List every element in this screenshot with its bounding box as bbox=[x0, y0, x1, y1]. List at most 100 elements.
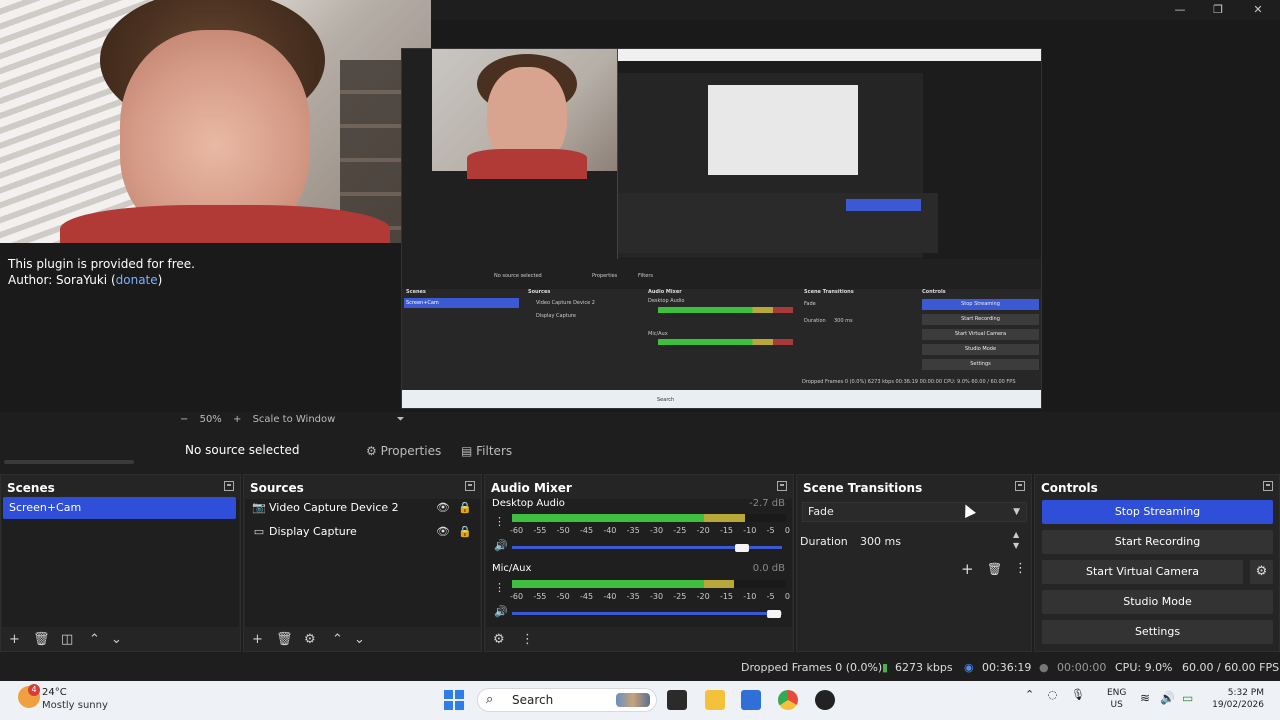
stop-streaming-button[interactable]: Stop Streaming bbox=[1042, 500, 1273, 524]
db-tick-label: 0 bbox=[784, 592, 790, 601]
float-dock-icon[interactable] bbox=[1263, 481, 1273, 491]
sources-title: Sources bbox=[250, 481, 304, 495]
eye-icon[interactable]: 👁 bbox=[436, 521, 450, 543]
settings-button[interactable]: Settings bbox=[1042, 620, 1273, 644]
task-view-icon[interactable] bbox=[667, 690, 687, 710]
obs-icon[interactable] bbox=[815, 690, 835, 710]
mixer-menu-icon[interactable]: ⋮ bbox=[521, 632, 534, 647]
scale-mode-label[interactable]: Scale to Window bbox=[253, 414, 336, 425]
horizontal-scrollbar[interactable] bbox=[4, 460, 134, 464]
zoom-out-button[interactable]: − bbox=[180, 414, 188, 425]
minimize-button[interactable]: — bbox=[1160, 0, 1200, 20]
nested-scene-item: Screen+Cam bbox=[406, 300, 439, 306]
status-bar: Dropped Frames 0 (0.0%) ▮ 6273 kbps ◉ 00… bbox=[0, 657, 1280, 679]
close-button[interactable]: ✕ bbox=[1238, 0, 1278, 20]
db-tick-label: -5 bbox=[766, 592, 775, 601]
move-down-icon[interactable]: ⌄ bbox=[111, 632, 122, 647]
meter-fill bbox=[512, 580, 734, 588]
eye-icon[interactable]: 👁 bbox=[436, 497, 450, 519]
float-dock-icon[interactable] bbox=[465, 481, 475, 491]
transition-menu-icon[interactable]: ⋮ bbox=[1014, 561, 1027, 576]
restore-button[interactable]: ❐ bbox=[1198, 0, 1238, 20]
db-tick-label: -25 bbox=[673, 592, 687, 601]
studio-mode-button[interactable]: Studio Mode bbox=[1042, 590, 1273, 614]
speaker-icon[interactable]: 🔊 bbox=[494, 605, 508, 618]
lock-icon[interactable]: 🔒 bbox=[458, 497, 472, 519]
scenes-title: Scenes bbox=[7, 481, 55, 495]
filters-label: Filters bbox=[476, 444, 513, 458]
float-dock-icon[interactable] bbox=[1015, 481, 1025, 491]
add-scene-icon[interactable]: + bbox=[9, 632, 20, 647]
chevron-up-icon[interactable]: ⌃ bbox=[1025, 688, 1034, 701]
db-tick-label: 0 bbox=[784, 526, 790, 535]
source-properties-icon[interactable]: ⚙ bbox=[304, 632, 316, 647]
file-explorer-icon[interactable] bbox=[705, 690, 725, 710]
mic-aux-volume-slider[interactable] bbox=[512, 612, 782, 615]
nested-virtual-camera: Start Virtual Camera bbox=[922, 329, 1039, 340]
add-source-icon[interactable]: + bbox=[252, 632, 263, 647]
source-item[interactable]: ▭ Display Capture 👁 🔒 bbox=[250, 521, 480, 543]
properties-button[interactable]: ⚙ Properties bbox=[366, 441, 441, 461]
duration-input[interactable]: 300 ms bbox=[860, 535, 901, 548]
clock[interactable]: 5:32 PM 19/02/2026 bbox=[1208, 687, 1264, 711]
nested-stop-streaming: Stop Streaming bbox=[922, 299, 1039, 310]
donate-link[interactable]: donate bbox=[116, 273, 158, 287]
start-virtual-camera-button[interactable]: Start Virtual Camera bbox=[1042, 560, 1243, 584]
search-icon: ⌕ bbox=[486, 692, 494, 707]
volume-icon[interactable]: 🔊 bbox=[1160, 691, 1175, 705]
nested-filters: Filters bbox=[638, 273, 653, 279]
windows-start-icon[interactable] bbox=[444, 690, 464, 710]
dropped-frames: Dropped Frames 0 (0.0%) bbox=[741, 661, 883, 674]
wifi-icon[interactable]: ≋ bbox=[1140, 691, 1150, 705]
nested-settings: Settings bbox=[922, 359, 1039, 370]
transition-select[interactable]: Fade ▼ bbox=[802, 502, 1027, 522]
taskbar-search[interactable]: ⌕ Search bbox=[477, 688, 657, 712]
volume-slider-handle[interactable] bbox=[766, 610, 781, 618]
channel-menu-icon[interactable]: ⋮ bbox=[494, 515, 505, 528]
float-dock-icon[interactable] bbox=[224, 481, 234, 491]
scene-filters-icon[interactable]: ◫ bbox=[61, 632, 73, 647]
db-tick-label: -60 bbox=[510, 526, 524, 535]
remove-source-icon[interactable]: 🗑 bbox=[276, 632, 293, 647]
streaming-icon: ◉ bbox=[964, 661, 974, 674]
volume-slider-handle[interactable] bbox=[734, 544, 749, 552]
weather-temp[interactable]: 24°C bbox=[42, 687, 67, 698]
battery-icon[interactable]: ▭ bbox=[1182, 691, 1193, 705]
float-dock-icon[interactable] bbox=[777, 481, 787, 491]
speaker-icon[interactable]: 🔊 bbox=[494, 539, 508, 552]
security-icon[interactable]: ◌ bbox=[1048, 688, 1058, 701]
remove-transition-icon[interactable]: 🗑 bbox=[987, 562, 1002, 576]
virtual-camera-settings-icon[interactable]: ⚙ bbox=[1250, 560, 1273, 584]
chrome-icon[interactable] bbox=[778, 690, 798, 710]
remove-scene-icon[interactable]: 🗑 bbox=[33, 632, 50, 647]
scene-transitions-title: Scene Transitions bbox=[803, 481, 923, 495]
add-transition-icon[interactable]: + bbox=[961, 560, 974, 578]
scale-mode-dropdown-icon[interactable]: ⏷ bbox=[397, 414, 405, 425]
notification-badge: 4 bbox=[28, 684, 40, 696]
filters-button[interactable]: ▤ Filters bbox=[461, 441, 512, 461]
source-item[interactable]: 📷 Video Capture Device 2 👁 🔒 bbox=[250, 497, 480, 519]
store-icon[interactable] bbox=[741, 690, 761, 710]
db-tick-label: -50 bbox=[556, 526, 570, 535]
scene-item[interactable]: Screen+Cam bbox=[3, 497, 236, 519]
language-indicator[interactable]: ENG US bbox=[1107, 687, 1126, 711]
fps: 60.00 / 60.00 FPS bbox=[1182, 661, 1280, 674]
monitor-icon: ▭ bbox=[253, 525, 265, 538]
move-down-icon[interactable]: ⌄ bbox=[354, 632, 365, 647]
weather-condition[interactable]: Mostly sunny bbox=[42, 700, 108, 711]
start-recording-button[interactable]: Start Recording bbox=[1042, 530, 1273, 554]
system-tray[interactable]: ⌃ ◌ 🎙 bbox=[1025, 688, 1085, 701]
duration-spinner[interactable]: ▲ ▼ bbox=[1013, 529, 1019, 551]
advanced-audio-icon[interactable]: ⚙ bbox=[493, 632, 505, 647]
lock-icon[interactable]: 🔒 bbox=[458, 521, 472, 543]
move-up-icon[interactable]: ⌃ bbox=[332, 632, 343, 647]
microphone-icon[interactable]: 🎙 bbox=[1071, 688, 1085, 701]
move-up-icon[interactable]: ⌃ bbox=[89, 632, 100, 647]
transition-value: Fade bbox=[808, 505, 834, 518]
channel-menu-icon[interactable]: ⋮ bbox=[494, 581, 505, 594]
preview-zoom-bar: − 50% + Scale to Window ⏷ bbox=[180, 414, 413, 430]
zoom-in-button[interactable]: + bbox=[233, 414, 241, 425]
webcam-feed bbox=[0, 0, 431, 243]
nested-duration: Duration bbox=[804, 318, 826, 324]
db-tick-label: -30 bbox=[649, 526, 664, 535]
